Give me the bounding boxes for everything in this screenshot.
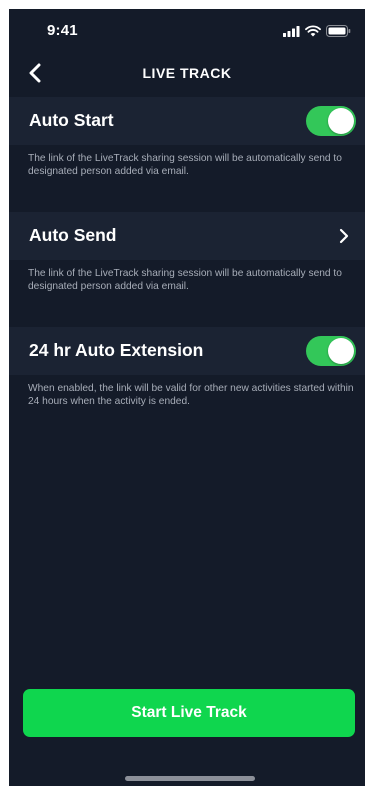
toggle-knob	[328, 338, 354, 364]
auto-extension-toggle[interactable]	[306, 336, 356, 366]
page-title: LIVE TRACK	[142, 65, 232, 81]
auto-start-toggle[interactable]	[306, 106, 356, 136]
wifi-icon	[305, 24, 321, 42]
nav-bar: LIVE TRACK	[9, 55, 365, 93]
setting-description-auto-start: The link of the LiveTrack sharing sessio…	[28, 153, 342, 177]
setting-description-auto-send: The link of the LiveTrack sharing sessio…	[28, 268, 342, 292]
setting-label-auto-extension: 24 hr Auto Extension	[29, 340, 204, 360]
setting-row-auto-send[interactable]: Auto Send	[9, 212, 365, 260]
status-bar: 9:41	[9, 9, 365, 55]
home-indicator	[125, 776, 255, 781]
chevron-right-icon	[339, 228, 349, 244]
start-live-track-button[interactable]: Start Live Track	[23, 689, 355, 737]
setting-row-auto-start: Auto Start	[9, 97, 365, 145]
toggle-knob	[328, 108, 354, 134]
battery-icon	[326, 24, 351, 42]
setting-row-auto-extension: 24 hr Auto Extension	[9, 327, 365, 375]
status-icons	[283, 24, 351, 42]
signal-icon	[283, 24, 300, 42]
setting-description-auto-extension: When enabled, the link will be valid for…	[28, 383, 354, 407]
setting-label-auto-send: Auto Send	[29, 225, 117, 245]
phone-screen: 9:41 LIVE TRACK Auto Start The link of t…	[9, 9, 365, 786]
status-time: 9:41	[47, 22, 78, 39]
setting-label-auto-start: Auto Start	[29, 110, 114, 130]
